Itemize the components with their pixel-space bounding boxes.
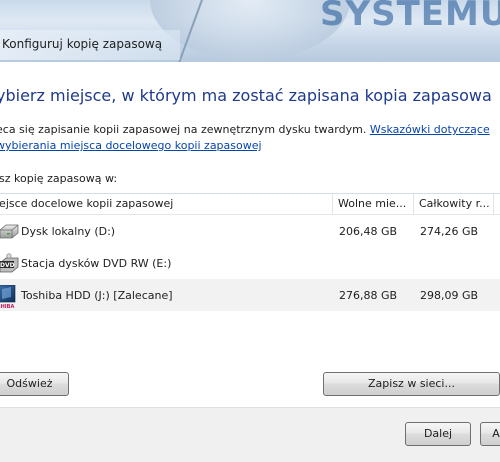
hard-drive-icon (0, 221, 20, 241)
background-brand-text: SYSTEMU (320, 0, 500, 34)
svg-text:DVD: DVD (0, 262, 15, 269)
destination-name: Toshiba HDD (J:) [Zalecane] (21, 289, 173, 302)
column-header-total-size[interactable]: Całkowity r... (419, 197, 493, 210)
column-separator[interactable] (493, 194, 494, 214)
column-header-destination[interactable]: iejsce docelowe kopii zapasowej (0, 197, 326, 210)
partial-button[interactable]: A (480, 422, 500, 446)
svg-text:SHIBA: SHIBA (0, 304, 14, 309)
dialog-footer: Dalej A (0, 407, 500, 462)
dvd-drive-icon: DVD (0, 253, 20, 273)
total-size: 274,26 GB (420, 225, 479, 238)
save-on-network-button[interactable]: Zapisz w sieci... (323, 372, 500, 396)
free-space: 206,48 GB (339, 225, 398, 238)
total-size: 298,09 GB (420, 289, 479, 302)
table-row[interactable]: DVD Stacja dysków DVD RW (E:) (0, 247, 500, 279)
choose-label: isz kopię zapasową w: (0, 172, 118, 185)
refresh-button[interactable]: Odśwież (0, 372, 69, 396)
page-heading: ybierz miejsce, w którym ma zostać zapis… (0, 86, 492, 105)
column-separator[interactable] (413, 194, 414, 214)
column-separator[interactable] (332, 194, 333, 214)
description: eca się zapisanie kopii zapasowej na zew… (0, 122, 500, 154)
description-text: eca się zapisanie kopii zapasowej na zew… (0, 123, 367, 136)
toshiba-drive-icon: SHIBA (0, 284, 20, 310)
dialog-content: ybierz miejsce, w którym ma zostać zapis… (0, 62, 500, 407)
destination-table: iejsce docelowe kopii zapasowej Wolne mi… (0, 193, 500, 311)
title-bar: SYSTEMU Konfiguruj kopię zapasową (0, 0, 500, 62)
table-row[interactable]: Dysk lokalny (D:) 206,48 GB 274,26 GB (0, 215, 500, 247)
destination-name: Stacja dysków DVD RW (E:) (21, 257, 172, 270)
column-header-free-space[interactable]: Wolne mie... (338, 197, 408, 210)
next-button[interactable]: Dalej (405, 422, 471, 446)
destination-name: Dysk lokalny (D:) (21, 225, 116, 238)
table-header: iejsce docelowe kopii zapasowej Wolne mi… (0, 193, 500, 215)
free-space: 276,88 GB (339, 289, 398, 302)
window-title: Konfiguruj kopię zapasową (2, 37, 163, 51)
table-row[interactable]: SHIBA Toshiba HDD (J:) [Zalecane] 276,88… (0, 279, 500, 311)
